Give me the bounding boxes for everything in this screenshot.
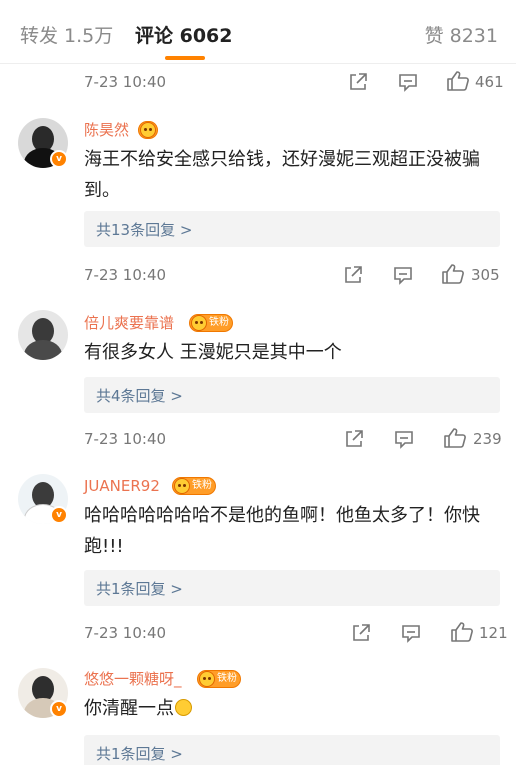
view-replies-button[interactable]: 共1条回复 > bbox=[84, 570, 500, 606]
comment-username[interactable]: JUANER92 bbox=[84, 476, 160, 496]
like-count: 305 bbox=[471, 266, 500, 284]
comment-username[interactable]: 陈昊然 bbox=[84, 120, 129, 140]
fan-badge-label: 铁粉 bbox=[217, 673, 237, 684]
comment-meta-row: 7-23 10:40 121 bbox=[0, 618, 516, 648]
replies-count-link: 共1条回复 > bbox=[96, 580, 183, 598]
thumbs-up-icon[interactable] bbox=[441, 263, 465, 285]
comment-icon[interactable] bbox=[394, 429, 414, 449]
comment-time: 7-23 10:40 bbox=[84, 266, 167, 284]
comment-time: 7-23 10:40 bbox=[84, 73, 167, 91]
avatar[interactable] bbox=[18, 310, 68, 360]
fan-badge-icon: 铁粉 bbox=[197, 670, 241, 688]
comment-text: 有很多女人 王漫妮只是其中一个 bbox=[84, 342, 342, 363]
comment-time: 7-23 10:40 bbox=[84, 624, 167, 642]
replies-count-link: 共4条回复 > bbox=[96, 387, 183, 405]
thumbs-up-icon[interactable] bbox=[443, 427, 467, 449]
verified-badge-icon: v bbox=[50, 150, 68, 168]
like-count: 121 bbox=[479, 624, 508, 642]
view-replies-button[interactable]: 共4条回复 > bbox=[84, 377, 500, 413]
view-replies-button[interactable]: 共1条回复 > bbox=[84, 735, 500, 765]
tab-likes[interactable]: 赞 8231 bbox=[425, 24, 498, 48]
comment-icon[interactable] bbox=[398, 72, 418, 92]
tab-comments[interactable]: 评论 6062 bbox=[135, 24, 233, 48]
comment-text: 海王不给安全感只给钱，还好漫妮三观超正没被骗到。 bbox=[84, 149, 480, 201]
laughing-emoji-icon bbox=[175, 699, 192, 716]
comment-username[interactable]: 悠悠一颗糖呀_ bbox=[84, 669, 182, 689]
comment-username[interactable]: 倍儿爽要靠谱 bbox=[84, 313, 174, 333]
view-replies-button[interactable]: 共13条回复 > bbox=[84, 211, 500, 247]
comment-icon[interactable] bbox=[401, 623, 421, 643]
fan-badge-label: 铁粉 bbox=[209, 317, 229, 328]
fan-badge-icon: 铁粉 bbox=[189, 314, 233, 332]
verified-badge-icon: v bbox=[50, 700, 68, 718]
thumbs-up-icon[interactable] bbox=[450, 621, 474, 643]
tab-reposts[interactable]: 转发 1.5万 bbox=[20, 24, 113, 48]
comment-icon[interactable] bbox=[393, 265, 413, 285]
fan-badge-label: 铁粉 bbox=[192, 480, 212, 491]
share-icon[interactable] bbox=[344, 429, 364, 449]
share-icon[interactable] bbox=[351, 623, 371, 643]
comment-tabs: 转发 1.5万 评论 6062 赞 8231 bbox=[0, 0, 516, 64]
thumbs-up-icon[interactable] bbox=[446, 70, 470, 92]
fan-badge-icon bbox=[138, 121, 158, 139]
fan-badge-icon: 铁粉 bbox=[172, 477, 216, 495]
replies-count-link: 共1条回复 > bbox=[96, 745, 183, 763]
like-count: 461 bbox=[475, 73, 504, 91]
comment-meta-row: 7-23 10:40 305 bbox=[0, 260, 516, 290]
comment-text: 哈哈哈哈哈哈哈不是他的鱼啊！他鱼太多了！你快跑!!! bbox=[84, 505, 480, 557]
share-icon[interactable] bbox=[343, 265, 363, 285]
comment-meta-row: 7-23 10:40 461 bbox=[0, 67, 516, 97]
comment-time: 7-23 10:40 bbox=[84, 430, 167, 448]
comment-text-content: 你清醒一点 bbox=[84, 698, 174, 719]
verified-badge-icon: v bbox=[50, 506, 68, 524]
comment-text: 你清醒一点 bbox=[84, 693, 494, 724]
replies-count-link: 共13条回复 > bbox=[96, 221, 193, 239]
like-count: 239 bbox=[473, 430, 502, 448]
active-tab-indicator bbox=[165, 56, 205, 60]
share-icon[interactable] bbox=[348, 72, 368, 92]
comment-meta-row: 7-23 10:40 239 bbox=[0, 424, 516, 454]
